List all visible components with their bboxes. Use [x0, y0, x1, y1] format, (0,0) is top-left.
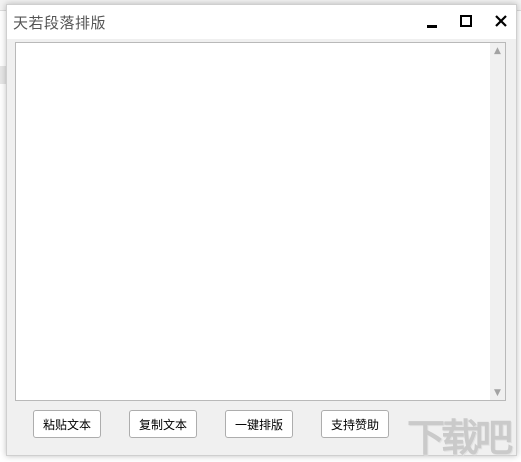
text-editor[interactable] [16, 43, 490, 400]
minimize-icon [427, 24, 437, 28]
editor-container: ▲ ▼ [15, 42, 506, 401]
site-watermark: 下载吧 [399, 401, 521, 460]
minimize-button[interactable] [421, 12, 443, 30]
close-icon [495, 15, 507, 27]
support-donate-button[interactable]: 支持赞助 [321, 410, 389, 438]
scroll-up-arrow-icon[interactable]: ▲ [490, 43, 505, 58]
window-title: 天若段落排版 [13, 14, 107, 32]
app-window: 天若段落排版 ▲ ▼ 粘贴文本 复制文本 一键排版 支持赞助 下载吧 [6, 4, 517, 460]
one-click-format-button[interactable]: 一键排版 [225, 410, 293, 438]
title-bar[interactable]: 天若段落排版 [7, 5, 516, 39]
maximize-button[interactable] [455, 12, 477, 30]
paste-text-button[interactable]: 粘贴文本 [33, 410, 101, 438]
scroll-down-arrow-icon[interactable]: ▼ [490, 385, 505, 400]
watermark-text: 下载吧 [407, 416, 513, 460]
close-button[interactable] [490, 12, 512, 30]
vertical-scrollbar[interactable]: ▲ ▼ [490, 43, 505, 400]
copy-text-button[interactable]: 复制文本 [129, 410, 197, 438]
maximize-icon [460, 15, 472, 27]
